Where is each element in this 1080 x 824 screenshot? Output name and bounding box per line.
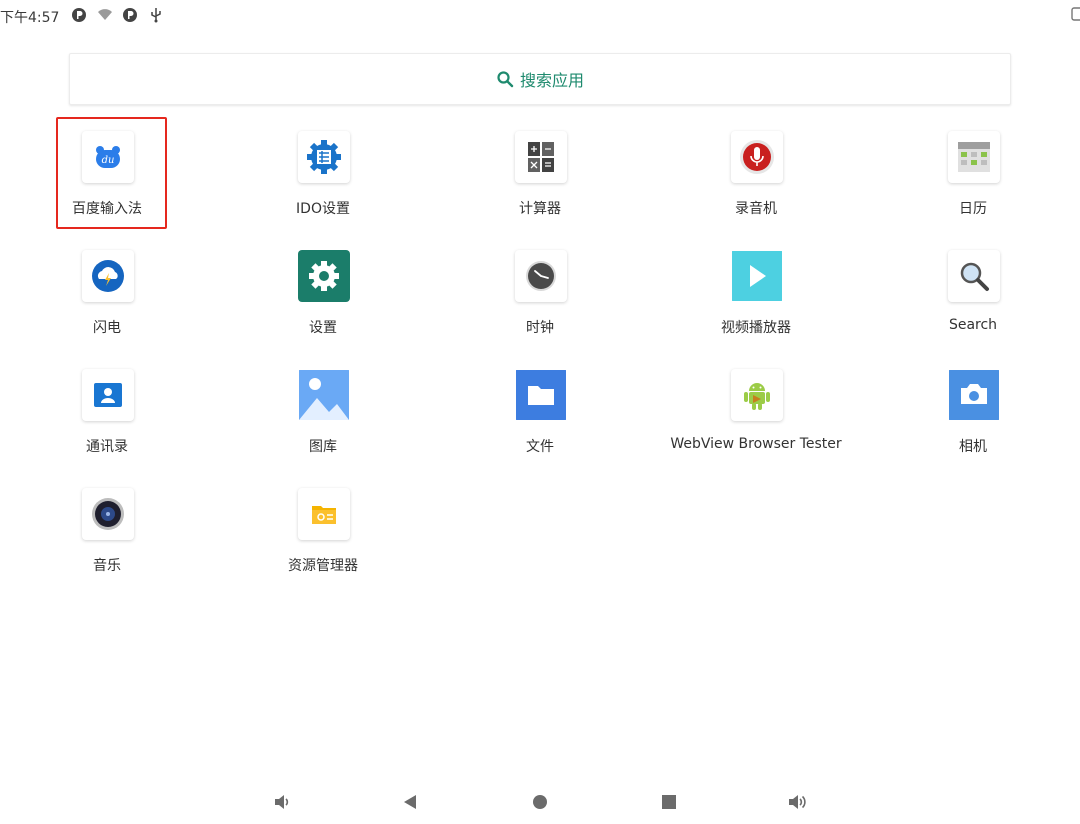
app-label: 图库 [309,439,337,455]
calculator-icon [515,131,567,183]
app-file-manager[interactable]: 资源管理器 [228,476,418,586]
ido-settings-icon [298,131,350,183]
status-time: 下午4:57 [0,10,60,26]
gallery-icon [298,369,350,421]
usb-icon [151,8,161,23]
search-label: 搜索应用 [519,71,584,90]
app-settings[interactable]: 设置 [228,238,418,348]
app-calculator[interactable]: 计算器 [445,119,635,229]
search-icon [497,71,514,88]
screen-rotate-icon [1071,7,1080,21]
app-label: 日历 [959,201,987,217]
app-label: 录音机 [735,201,777,217]
app-camera[interactable]: 相机 [878,357,1068,467]
app-label: 设置 [309,320,337,336]
camera-icon [948,369,1000,421]
app-calendar[interactable]: 日历 [878,119,1068,229]
app-video-player[interactable]: 视频播放器 [661,238,851,348]
app-lightning[interactable]: 闪电 [12,238,202,348]
volume-down-icon[interactable] [270,790,294,814]
selection-highlight [56,117,167,229]
app-label: 时钟 [526,320,554,336]
files-icon [515,369,567,421]
video-player-icon [731,250,783,302]
app-label: 计算器 [519,201,561,217]
app-gallery[interactable]: 图库 [228,357,418,467]
app-music[interactable]: 音乐 [12,476,202,586]
contacts-icon [82,369,134,421]
app-notification-icon [72,8,86,22]
lightning-icon [82,250,134,302]
app-notification-icon [123,8,137,22]
app-label: WebView Browser Tester [670,436,842,452]
recents-icon[interactable] [657,790,681,814]
app-contacts[interactable]: 通讯录 [12,357,202,467]
recorder-icon [731,131,783,183]
status-bar: 下午4:57 [0,0,1080,30]
app-files[interactable]: 文件 [445,357,635,467]
app-webview-tester[interactable]: WebView Browser Tester [661,357,851,467]
app-label: 音乐 [93,558,121,574]
calendar-icon [948,131,1000,183]
app-clock[interactable]: 时钟 [445,238,635,348]
settings-icon [298,250,350,302]
search-apps-bar[interactable]: 搜索应用 [69,53,1011,105]
app-label: 相机 [959,439,987,455]
music-icon [82,488,134,540]
wifi-icon [98,9,112,20]
back-icon[interactable] [398,790,422,814]
app-label: Search [948,317,998,333]
app-label: IDO设置 [296,201,350,217]
app-label: 资源管理器 [288,558,358,574]
home-icon[interactable] [528,790,552,814]
file-manager-icon [298,488,350,540]
android-icon [731,369,783,421]
app-ido-settings[interactable]: IDO设置 [228,119,418,229]
app-label: 通讯录 [86,439,128,455]
app-label: 文件 [526,439,554,455]
app-search[interactable]: Search [878,238,1068,348]
app-recorder[interactable]: 录音机 [661,119,851,229]
app-label: 视频播放器 [721,320,791,336]
clock-icon [515,250,567,302]
volume-up-icon[interactable] [786,790,810,814]
search-app-icon [948,250,1000,302]
app-label: 闪电 [93,320,121,336]
